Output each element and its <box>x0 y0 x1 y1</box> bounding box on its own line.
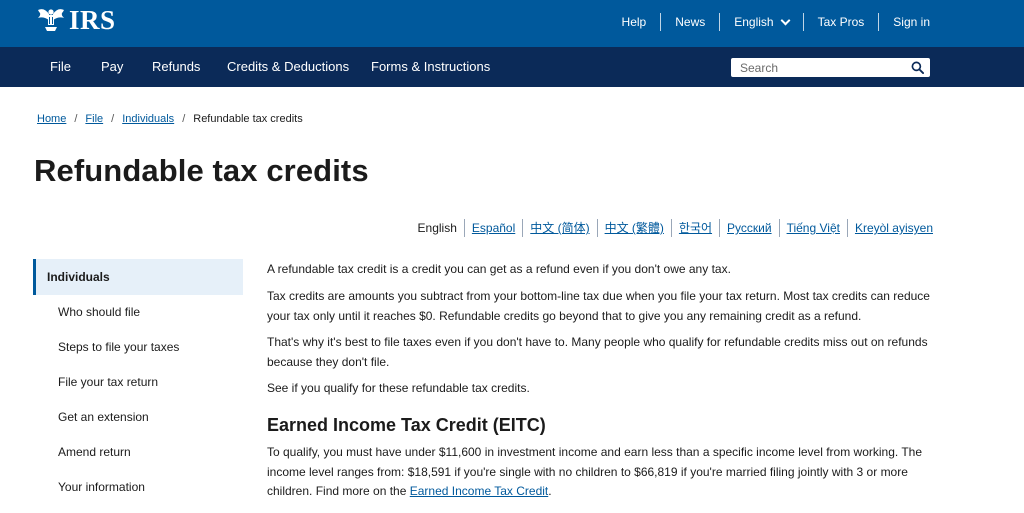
sidebar-nav: Individuals Who should file Steps to fil… <box>33 259 243 494</box>
nav-file[interactable]: File <box>50 47 71 87</box>
breadcrumb-home[interactable]: Home <box>37 113 66 125</box>
language-current: English <box>417 221 457 235</box>
language-chinese-simplified[interactable]: 中文 (简体) <box>523 219 596 237</box>
language-espanol[interactable]: Español <box>465 219 522 237</box>
breadcrumb-separator: / <box>74 113 78 125</box>
eitc-paragraph: To qualify, you must have under $11,600 … <box>267 443 939 502</box>
sidebar-item-individuals[interactable]: Individuals <box>33 259 243 295</box>
help-link[interactable]: Help <box>608 14 661 30</box>
language-dropdown[interactable]: English <box>720 14 802 30</box>
tax-credits-paragraph: Tax credits are amounts you subtract fro… <box>267 289 930 323</box>
sidebar-item-steps-to-file[interactable]: Steps to file your taxes <box>58 339 179 355</box>
sidebar-item-your-information[interactable]: Your information <box>58 479 145 495</box>
breadcrumb-current: Refundable tax credits <box>193 113 303 125</box>
language-russian[interactable]: Русский <box>720 219 779 237</box>
search-input[interactable] <box>731 58 901 77</box>
breadcrumb: Home / File / Individuals / Refundable t… <box>37 113 303 125</box>
nav-forms-instructions[interactable]: Forms & Instructions <box>371 47 490 87</box>
sidebar-item-get-extension[interactable]: Get an extension <box>58 409 149 425</box>
language-chinese-traditional[interactable]: 中文 (繁體) <box>598 219 671 237</box>
breadcrumb-individuals[interactable]: Individuals <box>122 113 174 125</box>
sign-in-label: Sign in <box>893 15 930 29</box>
nav-pay[interactable]: Pay <box>101 47 123 87</box>
breadcrumb-separator: / <box>182 113 186 125</box>
eitc-heading: Earned Income Tax Credit (EITC) <box>267 415 546 435</box>
sidebar-item-amend-return[interactable]: Amend return <box>58 444 131 460</box>
nav-credits-deductions[interactable]: Credits & Deductions <box>227 47 349 87</box>
language-bar: English Español 中文 (简体) 中文 (繁體) 한국어 Русс… <box>411 218 940 238</box>
top-header: IRS Help News English Tax Pros Sign in <box>0 0 1024 47</box>
page-title: Refundable tax credits <box>34 153 369 188</box>
language-vietnamese[interactable]: Tiếng Việt <box>780 219 847 237</box>
tax-pros-link[interactable]: Tax Pros <box>804 14 879 30</box>
language-haitian-creole[interactable]: Kreyòl ayisyen <box>848 219 940 237</box>
news-label: News <box>675 15 706 29</box>
language-korean[interactable]: 한국어 <box>672 219 719 237</box>
intro-paragraph: A refundable tax credit is a credit you … <box>267 262 731 276</box>
eitc-link[interactable]: Earned Income Tax Credit <box>410 484 549 498</box>
tax-pros-label: Tax Pros <box>817 15 865 29</box>
search-box <box>731 58 930 77</box>
eagle-icon <box>38 9 64 31</box>
logo-text: IRS <box>69 5 116 35</box>
utility-nav: Help News English Tax Pros Sign in <box>608 0 944 44</box>
eitc-end: . <box>548 484 552 498</box>
news-link[interactable]: News <box>661 14 719 30</box>
file-taxes-paragraph: That's why it's best to file taxes even … <box>267 335 928 369</box>
chevron-down-icon <box>780 15 791 25</box>
search-icon[interactable] <box>911 61 924 74</box>
breadcrumb-file[interactable]: File <box>85 113 103 125</box>
main-nav: File Pay Refunds Credits & Deductions Fo… <box>0 47 1024 87</box>
sidebar-item-file-your-return[interactable]: File your tax return <box>58 374 158 390</box>
sign-in-link[interactable]: Sign in <box>879 14 944 30</box>
breadcrumb-separator: / <box>111 113 115 125</box>
eitc-text: To qualify, you must have under $11,600 … <box>267 445 923 498</box>
irs-logo[interactable]: IRS <box>36 5 116 35</box>
qualify-paragraph: See if you qualify for these refundable … <box>267 381 530 395</box>
nav-refunds[interactable]: Refunds <box>152 47 200 87</box>
help-label: Help <box>621 15 647 29</box>
sidebar-item-who-should-file[interactable]: Who should file <box>58 304 140 320</box>
language-label: English <box>734 15 774 29</box>
